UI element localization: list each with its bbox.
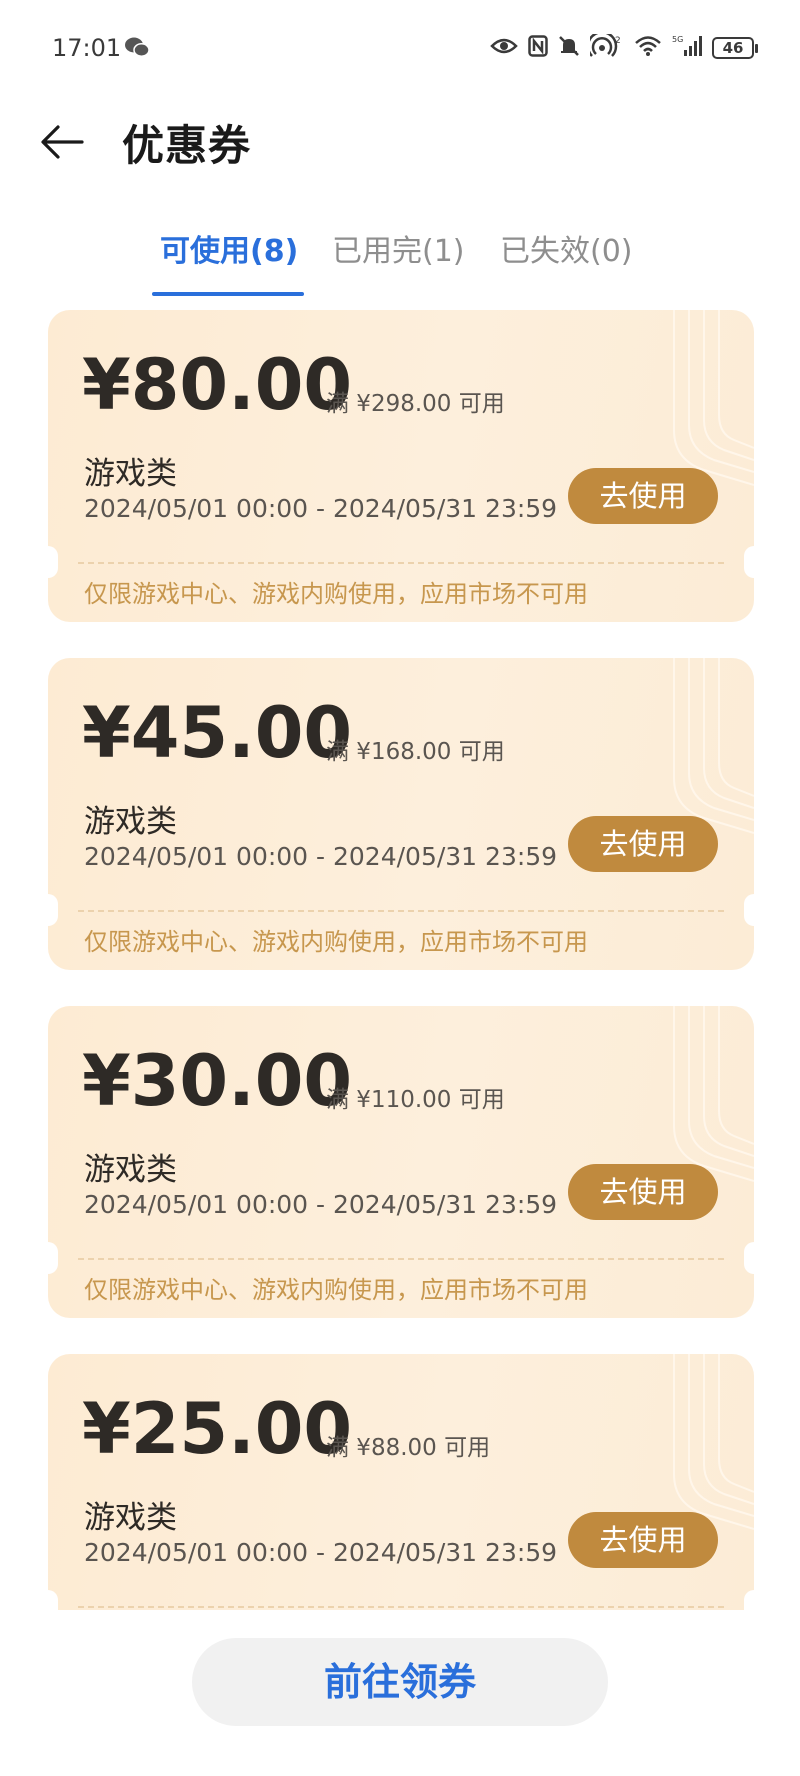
coupon-card: ¥30.00 满 ¥110.00 可用 游戏类 2024/05/01 00:00… [48,1006,754,1318]
svg-text:5G: 5G [672,35,683,44]
card-notch-right [744,1242,754,1274]
active-tab-indicator [152,292,304,296]
coupon-amount: ¥25.00 [82,1388,353,1470]
card-notch-left [48,894,58,926]
dashed-divider [78,562,724,564]
coupon-validity-period: 2024/05/01 00:00 - 2024/05/31 23:59 [84,842,558,871]
coupon-threshold: 满 ¥110.00 可用 [326,1087,505,1113]
coupon-card: ¥80.00 满 ¥298.00 可用 游戏类 2024/05/01 00:00… [48,310,754,622]
page-title: 优惠券 [122,121,252,170]
coupon-amount: ¥30.00 [82,1040,353,1122]
use-coupon-button[interactable]: 去使用 [568,1512,718,1568]
back-arrow-icon [41,125,84,159]
battery-icon: 46 [712,37,758,59]
back-button[interactable] [30,114,94,170]
tab-available[interactable]: 可使用(8) [160,226,298,270]
coupon-amount: ¥80.00 [82,344,353,426]
card-notch-right [744,546,754,578]
coupon-threshold: 满 ¥88.00 可用 [326,1435,491,1461]
use-coupon-button[interactable]: 去使用 [568,816,718,872]
coupon-card: ¥45.00 满 ¥168.00 可用 游戏类 2024/05/01 00:00… [48,658,754,970]
dashed-divider [78,1606,724,1608]
card-notch-right [744,894,754,926]
mute-bell-icon [558,35,580,61]
coupon-validity-period: 2024/05/01 00:00 - 2024/05/31 23:59 [84,1190,558,1219]
status-bar: 17:01 2 5G 46 [0,0,800,100]
nfc-icon [528,35,548,61]
coupon-amount: ¥45.00 [82,692,353,774]
wifi-icon [634,35,662,61]
coupon-category: 游戏类 [84,1152,177,1188]
tab-expired[interactable]: 已失效(0) [500,226,633,270]
coupon-list: ¥80.00 满 ¥298.00 可用 游戏类 2024/05/01 00:00… [48,310,754,1702]
coupon-threshold: 满 ¥168.00 可用 [326,739,505,765]
use-coupon-button[interactable]: 去使用 [568,468,718,524]
bottom-bar: 前往领券 [0,1610,800,1776]
hotspot-icon: 2 [586,30,624,62]
use-coupon-button[interactable]: 去使用 [568,1164,718,1220]
coupon-screen: 17:01 2 5G 46 优惠券 可使用(8) 已用完(1) 已失效(0) ¥… [0,0,800,1776]
status-icons: 2 5G 46 [490,30,758,62]
status-time: 17:01 [52,34,122,62]
coupon-usage-note: 仅限游戏中心、游戏内购使用，应用市场不可用 [84,580,588,608]
card-notch-left [48,1242,58,1274]
coupon-usage-note: 仅限游戏中心、游戏内购使用，应用市场不可用 [84,928,588,956]
coupon-validity-period: 2024/05/01 00:00 - 2024/05/31 23:59 [84,1538,558,1567]
tab-used[interactable]: 已用完(1) [332,226,465,270]
coupon-category: 游戏类 [84,804,177,840]
card-notch-left [48,546,58,578]
dashed-divider [78,910,724,912]
dashed-divider [78,1258,724,1260]
coupon-validity-period: 2024/05/01 00:00 - 2024/05/31 23:59 [84,494,558,523]
header: 优惠券 [0,100,800,190]
coupon-category: 游戏类 [84,456,177,492]
wechat-icon [124,36,150,62]
svg-text:2: 2 [615,36,621,46]
coupon-threshold: 满 ¥298.00 可用 [326,391,505,417]
coupon-usage-note: 仅限游戏中心、游戏内购使用，应用市场不可用 [84,1276,588,1304]
cellular-signal-icon: 5G [672,34,702,62]
go-claim-coupons-button[interactable]: 前往领券 [192,1638,608,1726]
coupon-tabs: 可使用(8) 已用完(1) 已失效(0) [0,222,800,302]
eye-icon [490,36,518,60]
coupon-category: 游戏类 [84,1500,177,1536]
